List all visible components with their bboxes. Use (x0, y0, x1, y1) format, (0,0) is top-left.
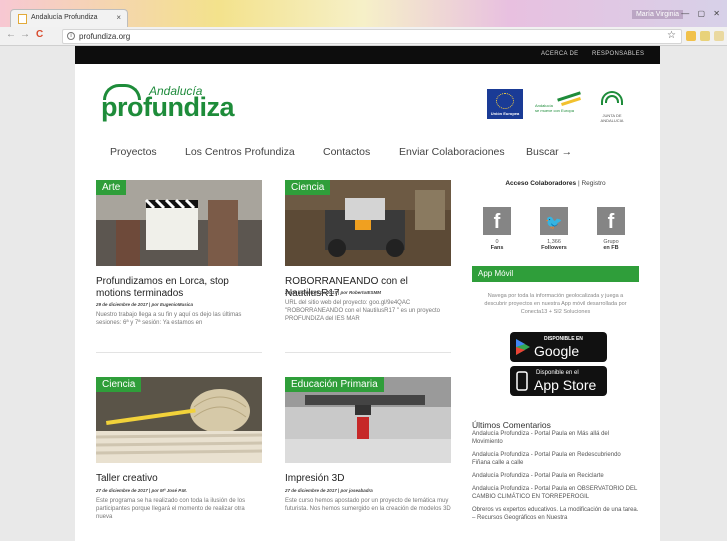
gplay-small-text: DISPONIBLE EN (544, 336, 583, 342)
post-meta: 27 de diciembre de 2017 | por joseabadra (285, 488, 373, 493)
phone-icon (516, 371, 528, 391)
link-divider: | (577, 180, 580, 187)
web-page: ACERCA DE RESPONSABLES Andalucía profund… (75, 46, 660, 541)
tab-title: Andalucía Profundiza (31, 14, 98, 21)
browser-tabbar: Andalucía Profundiza × María Virginia — … (0, 0, 727, 27)
eu-label: Unión Europea (490, 111, 520, 116)
page-icon (18, 14, 27, 24)
appstore-small-text: Disponible en el (536, 370, 579, 376)
nav-centros[interactable]: Los Centros Profundiza (185, 146, 295, 158)
comment-item[interactable]: Andalucía Profundiza - Portal Paula en M… (472, 430, 639, 446)
post-title[interactable]: Impresión 3D (285, 473, 451, 485)
post-excerpt: Este programa se ha realizado con toda l… (96, 498, 246, 520)
comment-item[interactable]: Andalucía Profundiza - Portal Paula en O… (472, 485, 639, 501)
about-link[interactable]: ACERCA DE (541, 51, 578, 57)
extension-icon[interactable] (686, 31, 696, 41)
access-links: Acceso Colaboradores | Registro (472, 180, 639, 187)
app-store-button[interactable]: Disponible en el App Store (510, 366, 607, 396)
post-meta: 27 de diciembre de 2017 | por Mª José P.… (96, 488, 187, 493)
twitter-icon[interactable]: 🐦 (540, 207, 568, 235)
forward-icon[interactable]: → (20, 29, 30, 40)
junta-andalucia-logo: JUNTA DE ANDALUCIA (591, 89, 633, 123)
facebook-icon[interactable]: f (597, 207, 625, 235)
logo-title: profundiza (101, 92, 234, 122)
category-badge[interactable]: Educación Primaria (285, 377, 384, 392)
play-triangle-icon (516, 339, 530, 355)
tab-close-icon[interactable]: × (116, 13, 121, 22)
nav-contactos[interactable]: Contactos (323, 146, 370, 158)
app-description: Navega por toda la información geolocali… (484, 293, 627, 315)
post-excerpt: Este curso hemos apostado por un proyect… (285, 498, 451, 512)
acceso-colaboradores-link[interactable]: Acceso Colaboradores (505, 180, 576, 187)
address-bar: ← → C i profundiza.org ☆ (0, 27, 727, 46)
info-icon[interactable]: i (67, 32, 75, 40)
nav-buscar[interactable]: Buscar → (526, 146, 572, 158)
post-meta: 29 de diciembre de 2017 | por RobertoIES… (285, 290, 382, 295)
top-links-bar: ACERCA DE RESPONSABLES (75, 46, 660, 64)
appstore-big-text: App Store (534, 377, 597, 393)
andalucia-europa-logo: Andalucía se mueve con Europa (535, 89, 585, 119)
twitter-followers[interactable]: 🐦 1,366 Followers (540, 207, 568, 251)
divider (285, 352, 451, 353)
junta-text: JUNTA DE ANDALUCIA (600, 113, 624, 123)
post-excerpt: URL del sitio web del proyecto: goo.gl/9… (285, 300, 440, 322)
category-badge[interactable]: Ciencia (96, 377, 142, 392)
nav-colaboraciones[interactable]: Enviar Colaboraciones (399, 146, 505, 158)
post-meta: 29 de diciembre de 2017 | por EugenioMus… (96, 302, 194, 307)
facebook-icon[interactable]: f (483, 207, 511, 235)
registro-link[interactable]: Registro (581, 180, 605, 187)
post-thumbnail[interactable]: Ciencia (285, 180, 451, 266)
window-controls[interactable]: — ▢ ✕ (681, 9, 723, 18)
post-excerpt: Nuestro trabajo llega a su fin y aquí os… (96, 312, 242, 326)
comment-item[interactable]: Andalucía Profundiza - Portal Paula en R… (472, 472, 639, 480)
post-title[interactable]: Profundizamos en Lorca, stop motions ter… (96, 276, 262, 300)
andalucia-europa-text: Andalucía se mueve con Europa (535, 103, 574, 113)
app-section-title: App Móvil (472, 266, 639, 282)
facebook-group[interactable]: f Grupo en FB (597, 207, 625, 251)
back-icon[interactable]: ← (6, 29, 16, 40)
eu-stars-icon (496, 93, 514, 109)
url-input[interactable]: i profundiza.org ☆ (62, 29, 682, 44)
nav-proyectos[interactable]: Proyectos (110, 146, 157, 158)
post-thumbnail[interactable]: Ciencia (96, 377, 262, 463)
browser-user-badge[interactable]: María Virginia (631, 10, 683, 19)
eu-logo: Unión Europea (487, 89, 523, 119)
comment-item[interactable]: Andalucía Profundiza - Portal Paula en R… (472, 451, 639, 467)
url-text: profundiza.org (79, 32, 131, 41)
google-play-button[interactable]: DISPONIBLE EN Google play (510, 332, 607, 375)
post-thumbnail[interactable]: Arte (96, 180, 262, 266)
group-sublabel: en FB (603, 245, 619, 251)
extension-icon[interactable] (700, 31, 710, 41)
latest-comments: Últimos Comentarios Andalucía Profundiza… (472, 420, 639, 522)
site-logo[interactable]: Andalucía profundiza (97, 80, 247, 135)
reload-icon[interactable]: C (36, 29, 43, 40)
menu-icon[interactable] (714, 31, 724, 41)
fans-label: Fans (490, 245, 504, 251)
bookmark-star-icon[interactable]: ☆ (667, 30, 676, 41)
category-badge[interactable]: Arte (96, 180, 127, 195)
responsables-link[interactable]: RESPONSABLES (592, 51, 644, 57)
followers-label: Followers (541, 245, 567, 251)
post-title[interactable]: ROBORRANEANDO con el NautilusR17 (285, 276, 451, 300)
comments-title: Últimos Comentarios (472, 420, 551, 430)
divider (96, 352, 262, 353)
post-thumbnail[interactable]: Educación Primaria (285, 377, 451, 463)
comment-item[interactable]: Obreros vs expertos educativos. La modif… (472, 506, 639, 522)
facebook-fans[interactable]: f 0 Fans (483, 207, 511, 251)
category-badge[interactable]: Ciencia (285, 180, 331, 195)
post-title[interactable]: Taller creativo (96, 473, 262, 485)
browser-tab[interactable]: Andalucía Profundiza × (10, 9, 128, 27)
